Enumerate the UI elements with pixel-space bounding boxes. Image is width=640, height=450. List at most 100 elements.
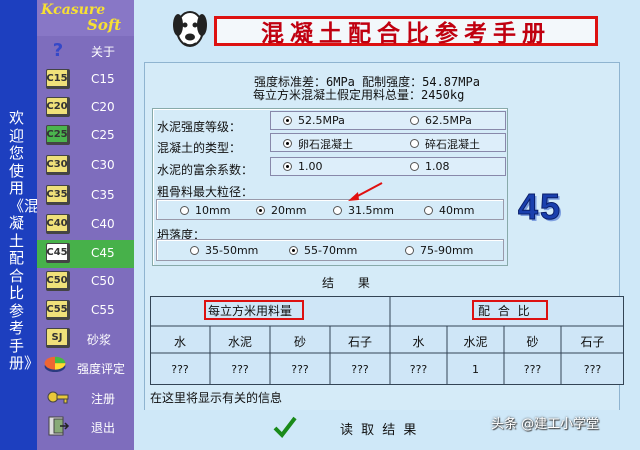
- sidebar-item-label: 注册: [91, 392, 116, 406]
- result-value: ???: [583, 363, 602, 376]
- dog-mascot-icon: [170, 7, 210, 53]
- column-header: 石子: [580, 335, 605, 349]
- sidebar-item-mortar[interactable]: SJ 砂浆: [37, 325, 134, 353]
- sidebar-item-c40[interactable]: C40 C40: [37, 211, 134, 239]
- option-label: 35-50mm: [205, 244, 259, 257]
- slump-option[interactable]: 35-50mm: [190, 243, 258, 258]
- sidebar-item-label: C50: [91, 274, 115, 288]
- cement-factor-label: 水泥的富余系数：: [157, 163, 254, 177]
- option-label: 52.5MPa: [298, 114, 345, 127]
- pie-chart-icon: [43, 354, 67, 374]
- sidebar-item-c20[interactable]: C20 C20: [37, 94, 134, 122]
- sidebar-item-exit[interactable]: 退出: [37, 413, 134, 441]
- sidebar-item-label: C30: [91, 158, 115, 172]
- mortar-chip-icon: SJ: [46, 328, 70, 348]
- cement-factor-option[interactable]: 1.08: [410, 159, 450, 174]
- sidebar-item-c25[interactable]: C25 C25: [37, 122, 134, 150]
- cement-grade-label: 水泥强度等级：: [157, 120, 242, 134]
- sidebar-item-label: C20: [91, 100, 115, 114]
- sidebar-item-c15[interactable]: C15 C15: [37, 66, 134, 94]
- read-results-button[interactable]: 读 取 结 果: [272, 414, 432, 444]
- slump-option[interactable]: 75-90mm: [405, 243, 473, 258]
- grade-chip-icon: C20: [46, 97, 70, 117]
- sidebar-item-label: 强度评定: [77, 362, 126, 376]
- result-value: 1: [472, 363, 479, 376]
- key-icon: [46, 387, 70, 407]
- column-header: 水泥: [463, 335, 488, 349]
- radio-selected-icon: [289, 246, 298, 255]
- sidebar-item-c50[interactable]: C50 C50: [37, 268, 134, 296]
- column-header: 水: [412, 335, 425, 349]
- sidebar-item-label: C15: [91, 72, 115, 86]
- option-label: 40mm: [439, 204, 475, 217]
- welcome-banner-text: 欢迎您使用《混凝土配合比参考手册》！: [9, 109, 55, 372]
- option-label: 1.00: [298, 160, 323, 173]
- sidebar-item-label: C45: [91, 246, 115, 260]
- sidebar-item-label: 砂浆: [87, 333, 112, 347]
- aggregate-size-option[interactable]: 10mm: [180, 203, 230, 218]
- grade-display: 45: [517, 186, 563, 228]
- option-label: 20mm: [271, 204, 307, 217]
- status-hint: 在这里将显示有关的信息: [150, 391, 283, 405]
- sidebar-item-c35[interactable]: C35 C35: [37, 182, 134, 210]
- option-label: 55-70mm: [304, 244, 358, 257]
- result-value: ???: [171, 363, 189, 376]
- radio-selected-icon: [283, 162, 292, 171]
- welcome-banner: 欢迎您使用《混凝土配合比参考手册》！: [0, 0, 55, 450]
- radio-icon: [333, 206, 342, 215]
- grade-chip-icon: C55: [46, 300, 70, 320]
- radio-icon: [424, 206, 433, 215]
- cement-grade-option[interactable]: 52.5MPa: [283, 113, 345, 128]
- option-label: 碎石混凝土: [425, 137, 480, 151]
- page-title: 混凝土配合比参考手册: [261, 21, 551, 47]
- result-value: ???: [351, 363, 369, 376]
- sidebar-item-about[interactable]: ? 关于: [37, 37, 134, 65]
- radio-selected-icon: [283, 116, 292, 125]
- concrete-type-label: 混凝土的类型：: [157, 141, 242, 155]
- cement-grade-option[interactable]: 62.5MPa: [410, 113, 472, 128]
- sidebar-item-label: C40: [91, 217, 115, 231]
- red-arrow-icon: [348, 182, 383, 201]
- sidebar-item-c30[interactable]: C30 C30: [37, 152, 134, 180]
- column-header: 石子: [347, 335, 372, 349]
- result-value: ???: [291, 363, 309, 376]
- radio-selected-icon: [283, 139, 292, 148]
- sidebar-item-register[interactable]: 注册: [37, 384, 134, 412]
- sidebar-item-strength-eval[interactable]: 强度评定: [37, 354, 134, 382]
- grade-chip-icon: C35: [46, 185, 70, 205]
- result-value: ???: [409, 363, 428, 376]
- per-cubic-header: 每立方米用料量: [208, 304, 293, 318]
- sidebar-item-c55[interactable]: C55 C55: [37, 297, 134, 325]
- grade-chip-icon: C50: [46, 271, 70, 291]
- exit-icon: [46, 416, 70, 436]
- column-header: 砂: [526, 335, 539, 349]
- slump-option[interactable]: 55-70mm: [289, 243, 357, 258]
- watermark: 头条 @建工小学堂: [491, 417, 600, 432]
- aggregate-size-option[interactable]: 31.5mm: [333, 203, 394, 218]
- aggregate-size-option[interactable]: 20mm: [256, 203, 306, 218]
- app-title-box: 混凝土配合比参考手册: [214, 16, 598, 47]
- grade-chip-icon: C45: [46, 243, 70, 263]
- result-value: ???: [231, 363, 249, 376]
- radio-icon: [410, 162, 419, 171]
- option-label: 卵石混凝土: [298, 137, 353, 151]
- sidebar-item-label: C25: [91, 128, 115, 142]
- column-header: 水: [173, 335, 186, 349]
- sidebar-item-c45[interactable]: C45 C45: [37, 240, 134, 268]
- concrete-type-option[interactable]: 卵石混凝土: [283, 136, 353, 151]
- sidebar-item-label: 退出: [91, 421, 116, 435]
- radio-icon: [190, 246, 199, 255]
- concrete-type-option[interactable]: 碎石混凝土: [410, 136, 480, 151]
- radio-icon: [410, 116, 419, 125]
- grade-chip-icon: C40: [46, 214, 70, 234]
- mix-ratio-header: 配 合 比: [478, 304, 532, 318]
- column-header: 砂: [293, 335, 306, 349]
- option-label: 31.5mm: [348, 204, 394, 217]
- aggregate-size-option[interactable]: 40mm: [424, 203, 474, 218]
- radio-icon: [180, 206, 189, 215]
- cement-factor-option[interactable]: 1.00: [283, 159, 323, 174]
- radio-icon: [410, 139, 419, 148]
- checkmark-icon: [273, 416, 297, 439]
- sidebar-item-label: 关于: [91, 45, 116, 59]
- grade-chip-icon: C25: [46, 125, 70, 145]
